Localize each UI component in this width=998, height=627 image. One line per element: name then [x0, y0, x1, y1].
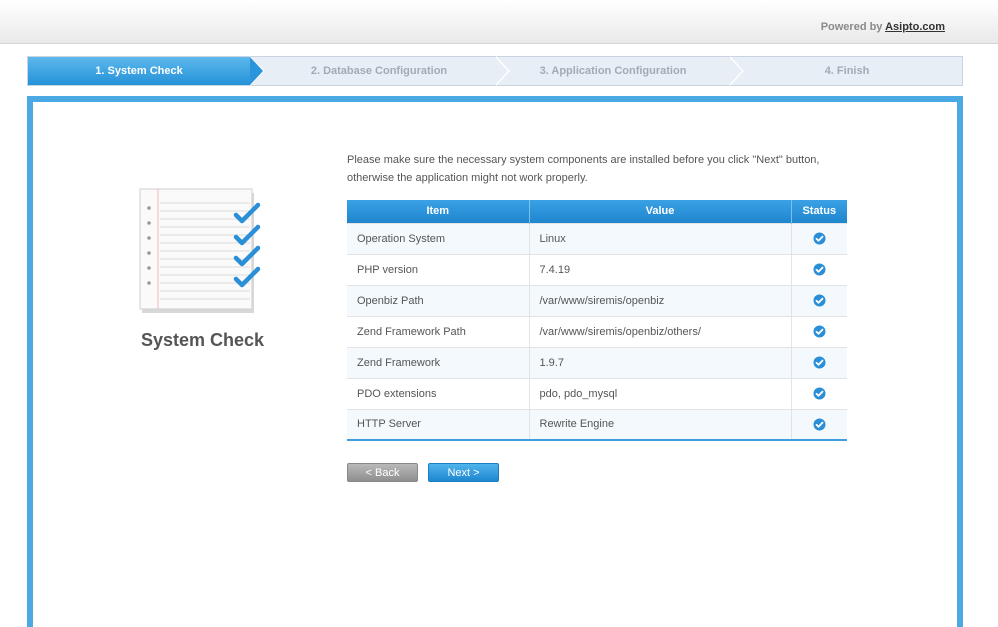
column-header-status: Status	[791, 200, 847, 223]
cell-status	[791, 377, 847, 409]
step-application-configuration: 3. Application Configuration	[539, 65, 687, 77]
cell-value: pdo, pdo_mysql	[529, 377, 792, 409]
sidebar-title: System Check	[140, 330, 265, 350]
cell-item: Zend Framework	[347, 346, 530, 378]
column-header-value: Value	[529, 200, 792, 223]
step-separator-fill	[729, 57, 742, 85]
cell-value: Rewrite Engine	[529, 408, 792, 440]
check-ok-icon	[813, 418, 826, 431]
cell-status	[791, 284, 847, 316]
back-button[interactable]: < Back	[347, 463, 418, 482]
step-separator-fill	[495, 57, 508, 85]
cell-item: Openbiz Path	[347, 284, 530, 316]
system-check-table: Item Value Status Operation System Linux…	[347, 200, 847, 441]
cell-value: Linux	[529, 222, 792, 254]
cell-value: 7.4.19	[529, 253, 792, 285]
check-ok-icon	[813, 387, 826, 400]
intro-text: Please make sure the necessary system co…	[347, 154, 820, 184]
top-header: Powered by Asipto.com	[0, 0, 998, 44]
check-ok-icon	[813, 294, 826, 307]
cell-status	[791, 315, 847, 347]
asipto-link[interactable]: Asipto.com	[885, 21, 945, 33]
table-row: Operation System Linux	[347, 222, 847, 254]
step-separator-active	[250, 57, 263, 85]
step-database-configuration: 2. Database Configuration	[310, 65, 448, 77]
cell-value: 1.9.7	[529, 346, 792, 378]
table-row: Zend Framework Path /var/www/siremis/ope…	[347, 315, 847, 347]
cell-item: PHP version	[347, 253, 530, 285]
check-ok-icon	[813, 356, 826, 369]
cell-item: Zend Framework Path	[347, 315, 530, 347]
powered-by: Powered by Asipto.com	[821, 21, 945, 33]
table-row: Zend Framework 1.9.7	[347, 346, 847, 378]
main-panel: System Check Please make sure the necess…	[27, 96, 963, 627]
step-finish: 4. Finish	[824, 65, 870, 77]
checklist-icon	[139, 188, 261, 313]
next-button[interactable]: Next >	[428, 463, 499, 482]
table-row: HTTP Server Rewrite Engine	[347, 408, 847, 440]
check-ok-icon	[813, 325, 826, 338]
cell-status	[791, 222, 847, 254]
table-row: PHP version 7.4.19	[347, 253, 847, 285]
step-system-check: 1. System Check	[28, 57, 250, 85]
powered-by-prefix: Powered by	[820, 21, 883, 33]
cell-value: /var/www/siremis/openbiz	[529, 284, 792, 316]
cell-status	[791, 346, 847, 378]
check-ok-icon	[813, 263, 826, 276]
table-row: PDO extensions pdo, pdo_mysql	[347, 377, 847, 409]
table-row: Openbiz Path /var/www/siremis/openbiz	[347, 284, 847, 316]
cell-status	[791, 408, 847, 440]
cell-item: PDO extensions	[347, 377, 530, 409]
cell-value: /var/www/siremis/openbiz/others/	[529, 315, 792, 347]
column-header-item: Item	[347, 200, 530, 223]
cell-status	[791, 253, 847, 285]
wizard-steps: 1. System Check 2. Database Configuratio…	[27, 56, 963, 86]
table-header-row: Item Value Status	[347, 200, 847, 223]
cell-item: Operation System	[347, 222, 530, 254]
cell-item: HTTP Server	[347, 408, 530, 440]
check-ok-icon	[813, 232, 826, 245]
